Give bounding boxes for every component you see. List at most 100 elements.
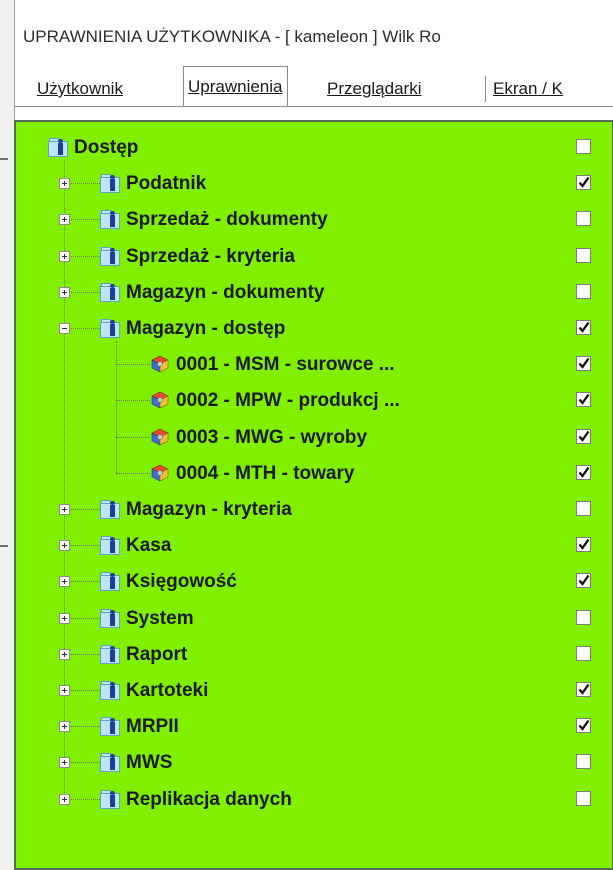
permission-checkbox[interactable] (576, 283, 591, 299)
expand-toggle-icon[interactable] (59, 612, 70, 624)
tree-node-label: Kartoteki (126, 680, 209, 701)
tree-root-row[interactable]: Dostęp (16, 132, 612, 166)
expand-toggle-icon[interactable] (59, 540, 70, 552)
tree-node-row[interactable]: Podatnik (16, 168, 612, 202)
expand-toggle-icon[interactable] (59, 214, 70, 226)
tree-node-row[interactable]: MRPII (16, 711, 612, 745)
tree-node-row[interactable]: Magazyn - dokumenty (16, 277, 612, 311)
tree-node-label: 0003 - MWG - wyroby (176, 426, 368, 448)
folder-user-icon (100, 210, 120, 230)
tree-node-label: 0004 - MTH - towary (176, 462, 355, 484)
tree-node-label: 0001 - MSM - surowce ... (176, 354, 395, 376)
collapse-toggle-icon[interactable] (59, 323, 70, 334)
expand-toggle-icon[interactable] (59, 178, 70, 190)
tree-node-label: 0002 - MPW - produkcj ... (176, 390, 400, 412)
tree-node-row[interactable]: System (16, 603, 612, 637)
expand-toggle-icon[interactable] (59, 793, 70, 805)
expand-toggle-icon[interactable] (59, 576, 70, 588)
permission-checkbox[interactable] (576, 501, 591, 516)
permission-checkbox[interactable] (576, 392, 591, 408)
tree-node-label: Kasa (126, 535, 172, 557)
tab-separator (485, 76, 486, 102)
permission-checkbox[interactable] (576, 356, 591, 372)
tree-node-row[interactable]: Kasa (16, 530, 612, 564)
tree-node-label: Magazyn - dostęp (126, 318, 286, 339)
folder-user-icon (100, 500, 120, 519)
folder-user-icon (100, 608, 120, 628)
tree-connector-line (116, 436, 150, 438)
tab-strip: Użytkownik Uprawnienia Przeglądarki Ekra… (15, 66, 613, 107)
permission-checkbox[interactable] (576, 609, 591, 625)
permission-checkbox[interactable] (576, 428, 591, 444)
folder-user-icon (100, 717, 120, 737)
folder-user-icon (100, 174, 120, 194)
expand-toggle-icon[interactable] (59, 504, 70, 515)
folder-user-icon (100, 319, 120, 338)
permission-checkbox[interactable] (576, 718, 591, 734)
folder-user-icon (100, 681, 120, 700)
expand-toggle-icon[interactable] (59, 757, 70, 769)
warehouse-cube-icon (151, 355, 169, 373)
tab-screen[interactable]: Ekran / K (489, 72, 567, 106)
tree-connector-line (116, 472, 150, 474)
permissions-tree[interactable]: Dostęp Podatnik Sprzedaż - dokumenty Sprzed… (14, 120, 613, 870)
folder-user-icon (100, 644, 120, 664)
tree-node-label: Sprzedaż - kryteria (126, 245, 295, 267)
tree-node-label: Magazyn - kryteria (126, 499, 292, 520)
tree-leaf-row[interactable]: 0003 - MWG - wyroby (16, 422, 612, 456)
tree-node-row[interactable]: Raport (16, 639, 612, 673)
expand-toggle-icon[interactable] (59, 648, 70, 660)
permission-checkbox[interactable] (576, 464, 591, 480)
tab-browsers[interactable]: Przeglądarki (323, 72, 426, 106)
tree-node-row[interactable]: Replikacja danych (16, 784, 612, 818)
expand-toggle-icon[interactable] (59, 721, 70, 733)
tree-node-label: Księgowość (126, 571, 237, 593)
window-title: UPRAWNIENIA UŻYTKOWNIKA - [ kameleon ] W… (23, 27, 441, 46)
tree-leaf-row[interactable]: 0004 - MTH - towary (16, 458, 612, 492)
permission-checkbox[interactable] (576, 573, 591, 589)
expand-toggle-icon[interactable] (59, 250, 70, 262)
tree-leaf-row[interactable]: 0001 - MSM - surowce ... (16, 349, 612, 383)
folder-user-icon (100, 572, 120, 592)
warehouse-cube-icon (151, 428, 169, 446)
permission-checkbox[interactable] (576, 139, 591, 154)
tree-node-row[interactable]: Magazyn - kryteria (16, 494, 612, 528)
tree-node-label: Dostęp (74, 137, 139, 158)
tree-node-label: Replikacja danych (126, 788, 292, 810)
permission-checkbox[interactable] (576, 790, 591, 806)
tree-node-row[interactable]: MWS (16, 747, 612, 781)
warehouse-cube-icon (151, 464, 169, 482)
tree-node-row[interactable]: Sprzedaż - dokumenty (16, 204, 612, 238)
tab-user[interactable]: Użytkownik (33, 72, 127, 106)
tree-node-label: Sprzedaż - dokumenty (126, 209, 328, 231)
folder-user-icon (48, 138, 68, 157)
tree-node-label: MRPII (126, 716, 179, 738)
tree-node-label: System (126, 607, 194, 629)
tree-node-row[interactable]: Kartoteki (16, 675, 612, 709)
folder-user-icon (100, 246, 120, 266)
tree-connector-line (116, 341, 117, 473)
permission-checkbox[interactable] (576, 211, 591, 227)
folder-user-icon (100, 536, 120, 556)
tab-permissions[interactable]: Uprawnienia (183, 66, 288, 106)
tree-node-label: Raport (126, 643, 188, 665)
folder-user-icon (100, 282, 120, 302)
expand-toggle-icon[interactable] (59, 286, 70, 298)
permission-checkbox[interactable] (576, 247, 591, 263)
permission-checkbox[interactable] (576, 320, 591, 335)
expand-toggle-icon[interactable] (59, 685, 70, 696)
tree-node-label: MWS (126, 752, 173, 774)
folder-user-icon (100, 789, 120, 809)
permission-checkbox[interactable] (576, 682, 591, 697)
tree-node-row[interactable]: Księgowość (16, 566, 612, 600)
permission-checkbox[interactable] (576, 175, 591, 191)
tree-node-label: Magazyn - dokumenty (126, 281, 325, 303)
permission-checkbox[interactable] (576, 537, 591, 553)
tree-connector-line (116, 400, 150, 402)
tree-node-row[interactable]: Sprzedaż - kryteria (16, 241, 612, 275)
permission-checkbox[interactable] (576, 754, 591, 770)
tree-leaf-row[interactable]: 0002 - MPW - produkcj ... (16, 385, 612, 419)
permission-checkbox[interactable] (576, 645, 591, 661)
tree-node-row[interactable]: Magazyn - dostęp (16, 313, 612, 347)
tree-node-label: Podatnik (126, 173, 207, 195)
